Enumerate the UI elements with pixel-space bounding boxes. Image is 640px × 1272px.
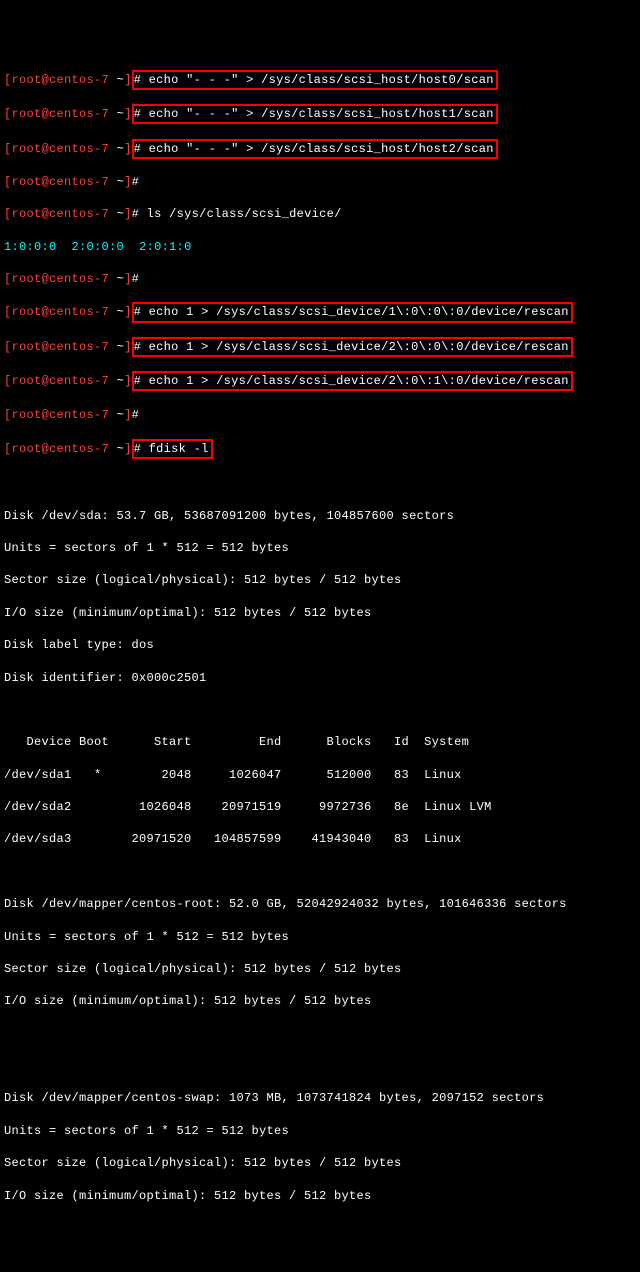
ident-line: Disk identifier: 0x000c2501	[4, 670, 638, 686]
prompt-user: root	[12, 73, 42, 87]
cmd-echo-scan1: echo "- - -" > /sys/class/scsi_host/host…	[149, 107, 494, 121]
cmd-rescan2: echo 1 > /sys/class/scsi_device/2\:0\:1\…	[149, 374, 569, 388]
prompt-host: centos-7	[49, 73, 109, 87]
cmd-fdisk: fdisk -l	[149, 442, 209, 456]
table-header: Device Boot Start End Blocks Id System	[4, 734, 638, 750]
sector-line: Sector size (logical/physical): 512 byte…	[4, 572, 638, 588]
ls-output-1: 2:0:0:0	[72, 240, 125, 254]
cmd-rescan0: echo 1 > /sys/class/scsi_device/1\:0\:0\…	[149, 305, 569, 319]
ls-output-0: 1:0:0:0	[4, 240, 57, 254]
disk-sda-header: Disk /dev/sda: 53.7 GB, 53687091200 byte…	[4, 508, 638, 524]
prompt-hash: #	[134, 73, 142, 87]
cmd-echo-scan2: echo "- - -" > /sys/class/scsi_host/host…	[149, 142, 494, 156]
table-row: /dev/sda1 * 2048 1026047 512000 83 Linux	[4, 767, 638, 783]
prompt-bracket-close: ]	[124, 73, 132, 87]
cmd-echo-scan0: echo "- - -" > /sys/class/scsi_host/host…	[149, 73, 494, 87]
io-line: I/O size (minimum/optimal): 512 bytes / …	[4, 605, 638, 621]
prompt-path: ~	[117, 73, 125, 87]
cmd-rescan1: echo 1 > /sys/class/scsi_device/2\:0\:0\…	[149, 340, 569, 354]
disk-swap-header: Disk /dev/mapper/centos-swap: 1073 MB, 1…	[4, 1090, 638, 1106]
disk-root-header: Disk /dev/mapper/centos-root: 52.0 GB, 5…	[4, 896, 638, 912]
label-line: Disk label type: dos	[4, 637, 638, 653]
table-row: /dev/sda2 1026048 20971519 9972736 8e Li…	[4, 799, 638, 815]
prompt-at: @	[42, 73, 50, 87]
units-line: Units = sectors of 1 * 512 = 512 bytes	[4, 540, 638, 556]
prompt-bracket-open: [	[4, 73, 12, 87]
table-row: /dev/sda3 20971520 104857599 41943040 83…	[4, 831, 638, 847]
cmd-ls: ls /sys/class/scsi_device/	[147, 207, 342, 221]
ls-output-2: 2:0:1:0	[139, 240, 192, 254]
